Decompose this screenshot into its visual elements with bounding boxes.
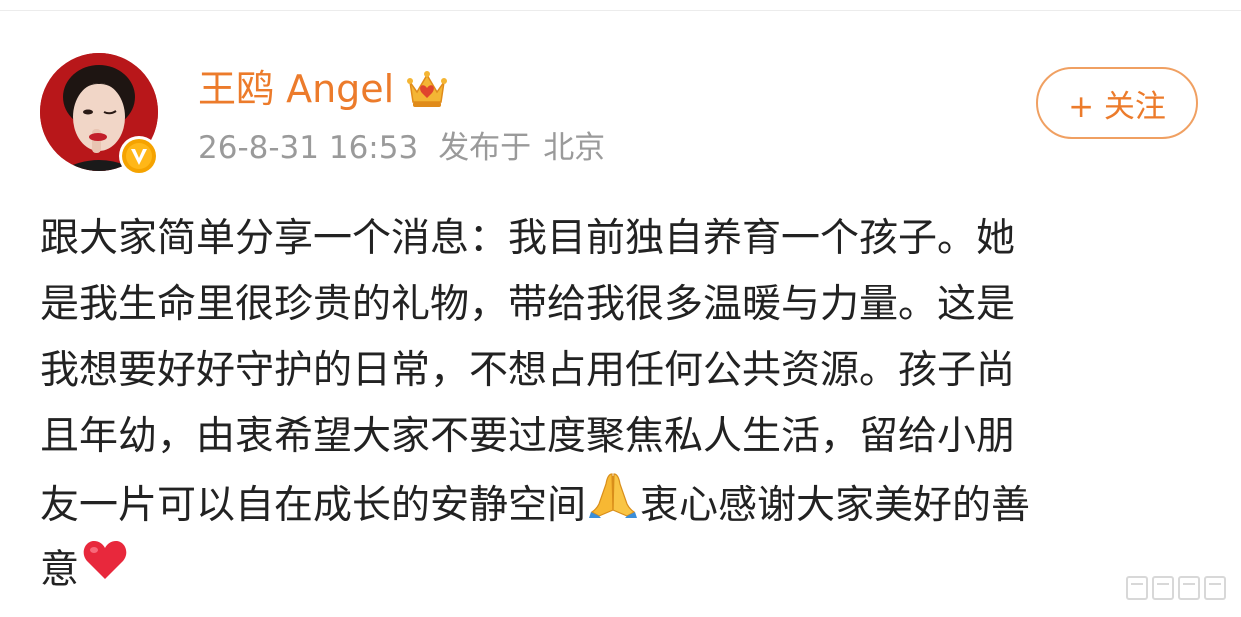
- post-text-line: 我想要好好守护的日常，不想占用任何公共资源。孩子尚: [40, 348, 1016, 393]
- author-name[interactable]: 王鸥 Angel: [198, 62, 394, 116]
- post-text-segment: 意: [40, 547, 80, 593]
- verified-badge: [119, 136, 159, 176]
- post-meta: 26-8-31 16:53 发布于 北京: [198, 126, 605, 170]
- post-location: 北京: [543, 130, 606, 166]
- post-text-segment: 衷心感谢大家美好的善: [640, 483, 1031, 528]
- follow-button-label: + 关注: [1068, 88, 1166, 125]
- post-text-line: 且年幼，由衷希望大家不要过度聚焦私人生活，留给小朋: [40, 414, 1016, 459]
- follow-button[interactable]: + 关注: [1036, 67, 1198, 139]
- verified-v-badge-icon: [122, 139, 156, 173]
- post-body: 跟大家简单分享一个消息：我目前独自养育一个孩子。她 是我生命里很珍贵的礼物，带给…: [40, 206, 1180, 602]
- author-name-row: 王鸥 Angel: [198, 62, 450, 116]
- post-text-line-with-emoji: 友一片可以自在成长的安静空间 衷心感谢大家美好的善: [40, 470, 1180, 536]
- post-text-line: 跟大家简单分享一个消息：我目前独自养育一个孩子。她: [40, 216, 1016, 261]
- crown-membership-icon[interactable]: [404, 66, 450, 112]
- weibo-watermark-logo: [1125, 572, 1230, 604]
- location-prefix: 发布于: [438, 130, 532, 166]
- post-time: 26-8-31 16:53: [198, 130, 419, 166]
- top-divider: [0, 10, 1241, 11]
- post-text-line-with-emoji: 意: [40, 536, 1180, 602]
- post-text-line: 是我生命里很珍贵的礼物，带给我很多温暖与力量。这是: [40, 282, 1016, 327]
- red-heart-emoji: [82, 536, 128, 602]
- folded-hands-emoji: [589, 470, 638, 536]
- post-text-segment: 友一片可以自在成长的安静空间: [40, 483, 587, 528]
